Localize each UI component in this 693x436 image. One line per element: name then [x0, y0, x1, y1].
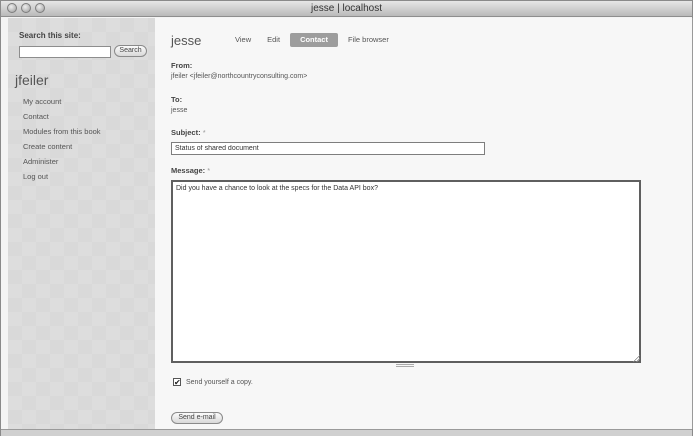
subject-input[interactable] [171, 142, 485, 155]
from-label: From: [171, 61, 193, 70]
sidebar: Search this site: Search jfeiler My acco… [8, 18, 155, 429]
sidebar-item-contact[interactable]: Contact [23, 109, 101, 124]
tab-view[interactable]: View [229, 33, 257, 47]
sidebar-item-my-account[interactable]: My account [23, 94, 101, 109]
search-label: Search this site: [19, 31, 81, 40]
to-value: jesse [171, 107, 188, 114]
user-name-heading: jfeiler [15, 72, 49, 88]
tab-file-browser[interactable]: File browser [342, 33, 395, 47]
resize-corner-icon[interactable] [632, 354, 640, 362]
subject-label: Subject: * [171, 128, 206, 137]
subject-label-text: Subject: [171, 128, 201, 137]
from-value: jfeiler <jfeiler@northcountryconsulting.… [171, 73, 308, 80]
browser-window: jesse | localhost Search this site: Sear… [0, 0, 693, 436]
textarea-resize-grip[interactable] [396, 364, 414, 367]
send-copy-checkbox[interactable]: ✔ [173, 378, 181, 387]
sidebar-nav: My account Contact Modules from this boo… [23, 94, 101, 184]
page-title: jesse [171, 33, 202, 48]
message-label: Message: * [171, 166, 210, 175]
tab-contact[interactable]: Contact [290, 33, 338, 47]
sidebar-item-administer[interactable]: Administer [23, 154, 101, 169]
required-mark: * [207, 166, 211, 175]
sidebar-item-log-out[interactable]: Log out [23, 169, 101, 184]
sidebar-item-modules[interactable]: Modules from this book [23, 124, 101, 139]
title-bar: jesse | localhost [1, 1, 692, 17]
send-copy-row: ✔ Send yourself a copy. [173, 378, 253, 387]
required-mark: * [202, 128, 206, 137]
send-copy-label: Send yourself a copy. [186, 378, 253, 386]
main-content: jesse View Edit Contact File browser Fro… [155, 18, 692, 429]
message-label-text: Message: [171, 166, 206, 175]
tab-edit[interactable]: Edit [261, 33, 286, 47]
tabs: View Edit Contact File browser [229, 33, 399, 47]
search-input[interactable] [19, 46, 111, 58]
send-email-button[interactable]: Send e-mail [171, 412, 223, 424]
window-title: jesse | localhost [311, 3, 382, 14]
window-bottom-bar [1, 429, 692, 436]
sidebar-item-create-content[interactable]: Create content [23, 139, 101, 154]
search-button[interactable]: Search [114, 45, 147, 57]
message-textarea[interactable]: Did you have a chance to look at the spe… [171, 180, 641, 363]
to-label: To: [171, 95, 183, 104]
